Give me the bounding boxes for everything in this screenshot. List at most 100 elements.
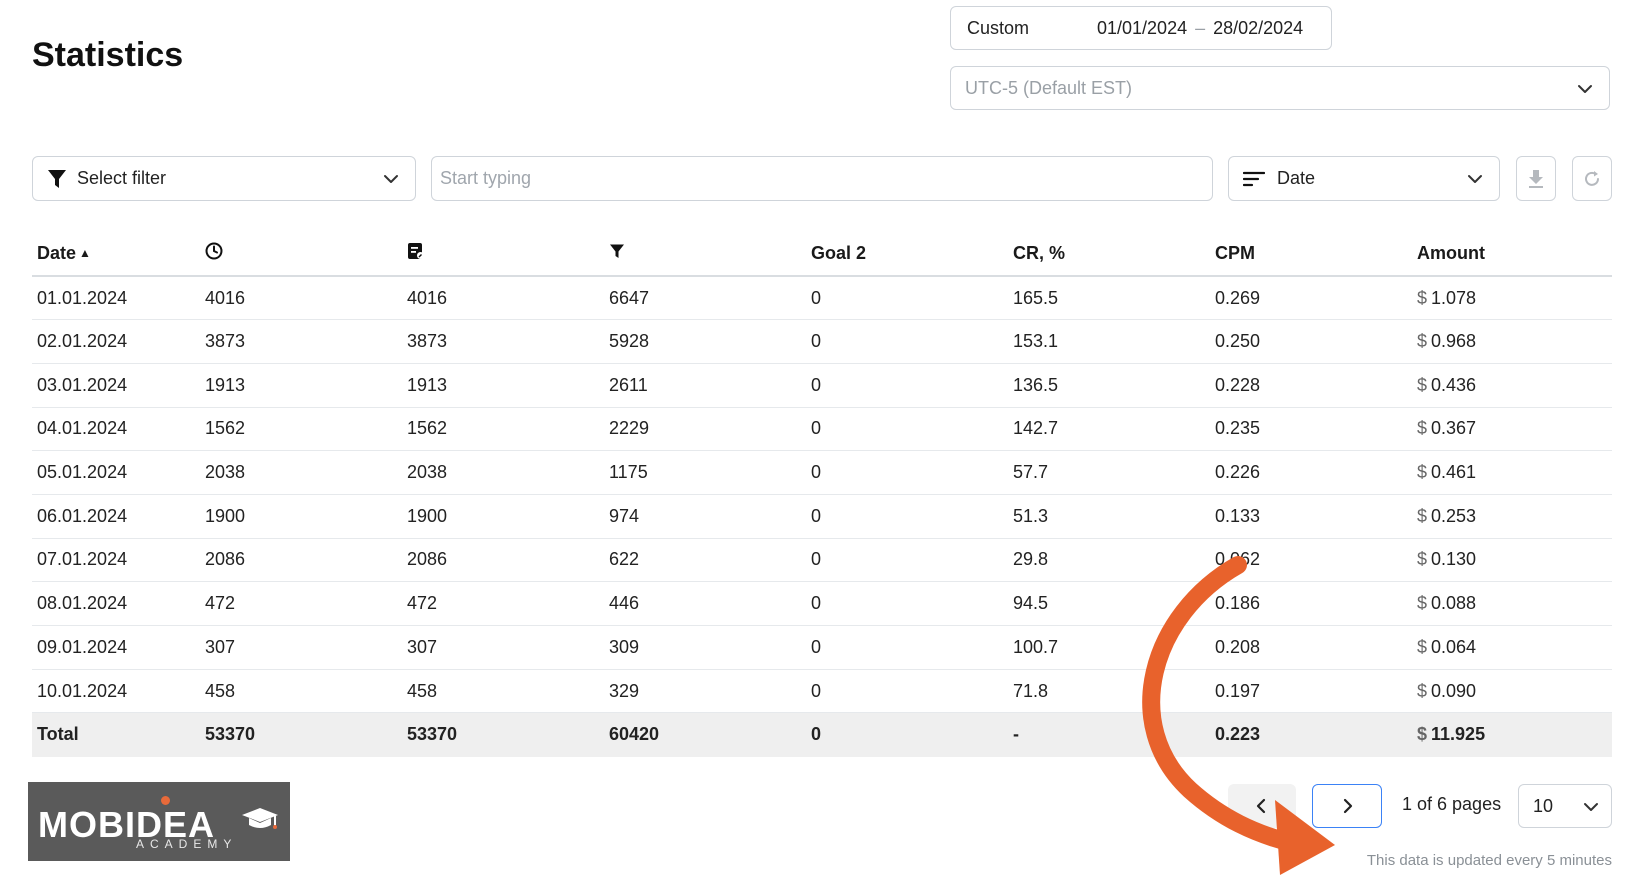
amount-value: 0.090 [1431,680,1477,701]
table-cell-cpm: 0.208 [1210,625,1412,670]
document-edit-icon [408,243,424,259]
table-cell-c3: 60420 [604,712,806,757]
table-cell-amount: $0.436 [1412,363,1612,408]
rows-per-page-select[interactable]: 10 [1518,784,1612,828]
download-button[interactable] [1516,156,1556,201]
table-cell-c3: 2229 [604,407,806,452]
chevron-down-icon [384,175,398,183]
table-cell-date: 05.01.2024 [32,450,200,495]
table-cell-c1: 1562 [200,407,402,452]
table-cell-cpm: 0.133 [1210,494,1412,539]
currency-symbol: $ [1417,462,1428,483]
table-cell-amount: $0.090 [1412,669,1612,714]
table-cell-c2: 1900 [402,494,604,539]
table-cell-goal2: 0 [806,669,1008,714]
download-icon [1529,169,1543,188]
table-cell-c1: 4016 [200,276,402,321]
column-header-goal2[interactable]: Goal 2 [806,232,1008,277]
table-cell-cr: 100.7 [1008,625,1210,670]
currency-symbol: $ [1417,287,1428,308]
table-cell-c1: 2086 [200,538,402,583]
table-cell-c3: 329 [604,669,806,714]
filter-label: Select filter [77,168,167,188]
amount-value: 0.461 [1431,462,1477,483]
table-cell-c3: 446 [604,581,806,626]
previous-page-button[interactable] [1228,784,1296,828]
table-cell-amount: $0.130 [1412,538,1612,583]
table-cell-c3: 2611 [604,363,806,408]
table-cell-c2: 307 [402,625,604,670]
table-cell-date: Total [32,712,200,757]
table-cell-c3: 974 [604,494,806,539]
rows-per-page-value: 10 [1533,795,1554,816]
date-to[interactable]: 28/02/2024 [1213,18,1303,39]
table-cell-date: 01.01.2024 [32,276,200,321]
currency-symbol: $ [1417,418,1428,439]
date-from[interactable]: 01/01/2024 [1097,18,1187,39]
table-cell-amount: $0.064 [1412,625,1612,670]
page-title: Statistics [32,36,184,74]
date-separator: – [1195,17,1206,38]
table-cell-cpm: 0.186 [1210,581,1412,626]
table-cell-c3: 309 [604,625,806,670]
clock-icon [205,242,223,260]
table-cell-cr: - [1008,712,1210,757]
timezone-select[interactable]: UTC-5 (Default EST) [950,66,1610,110]
table-row: 10.01.2024 458 458 329 0 71.8 0.197 $0.090 [32,669,1612,714]
filter-icon [610,244,624,258]
sort-icon [1243,171,1265,186]
table-cell-cpm: 0.269 [1210,276,1412,321]
currency-symbol: $ [1417,374,1428,395]
pagination-info: 1 of 6 pages [1402,794,1502,814]
table-cell-date: 06.01.2024 [32,494,200,539]
table-cell-cr: 71.8 [1008,669,1210,714]
table-cell-c1: 1913 [200,363,402,408]
table-cell-cr: 57.7 [1008,450,1210,495]
column-header-cpm[interactable]: CPM [1210,232,1412,277]
logo-subtitle: ACADEMY [136,837,238,851]
table-cell-goal2: 0 [806,450,1008,495]
table-cell-goal2: 0 [806,538,1008,583]
table-cell-c2: 458 [402,669,604,714]
column-header-amount[interactable]: Amount [1412,232,1612,277]
table-cell-date: 08.01.2024 [32,581,200,626]
column-header-cr[interactable]: CR, % [1008,232,1210,277]
table-row: 09.01.2024 307 307 309 0 100.7 0.208 $0.064 [32,625,1612,670]
table-cell-c2: 3873 [402,319,604,364]
filter-icon [48,169,66,188]
table-cell-amount: $0.367 [1412,407,1612,452]
chevron-left-icon [1256,798,1266,814]
table-cell-c3: 6647 [604,276,806,321]
table-row: 07.01.2024 2086 2086 622 0 29.8 0.062 $0.130 [32,538,1612,583]
search-input[interactable] [431,156,1213,201]
statistics-table: Date ▲ Goal 2 CR, % CPM Amount 01.01.2024… [32,232,1612,757]
currency-symbol: $ [1417,636,1428,657]
table-cell-cpm: 0.062 [1210,538,1412,583]
table-cell-date: 07.01.2024 [32,538,200,583]
table-cell-cr: 153.1 [1008,319,1210,364]
column-header-clock[interactable] [200,232,402,277]
refresh-button[interactable] [1572,156,1612,201]
amount-value: 11.925 [1431,724,1486,745]
update-note: This data is updated every 5 minutes [1366,852,1612,869]
date-range-picker[interactable]: Custom 01/01/2024 – 28/02/2024 [950,6,1332,50]
table-cell-date: 03.01.2024 [32,363,200,408]
sort-select[interactable]: Date [1228,156,1500,201]
next-page-button[interactable] [1312,784,1382,828]
table-cell-c3: 622 [604,538,806,583]
graduation-cap-icon [242,808,278,829]
table-cell-c1: 3873 [200,319,402,364]
column-header-document[interactable] [402,232,604,277]
table-cell-c3: 1175 [604,450,806,495]
table-cell-goal2: 0 [806,625,1008,670]
table-cell-goal2: 0 [806,407,1008,452]
column-header-date[interactable]: Date ▲ [32,232,200,277]
mobidea-academy-logo: MOBIDEA ACADEMY [28,782,290,861]
currency-symbol: $ [1417,593,1428,614]
column-header-funnel[interactable] [604,232,806,277]
chevron-down-icon [1578,85,1592,93]
sort-label: Date [1277,168,1316,188]
table-row: 06.01.2024 1900 1900 974 0 51.3 0.133 $0.253 [32,494,1612,539]
filter-select[interactable]: Select filter [32,156,416,201]
table-cell-date: 10.01.2024 [32,669,200,714]
